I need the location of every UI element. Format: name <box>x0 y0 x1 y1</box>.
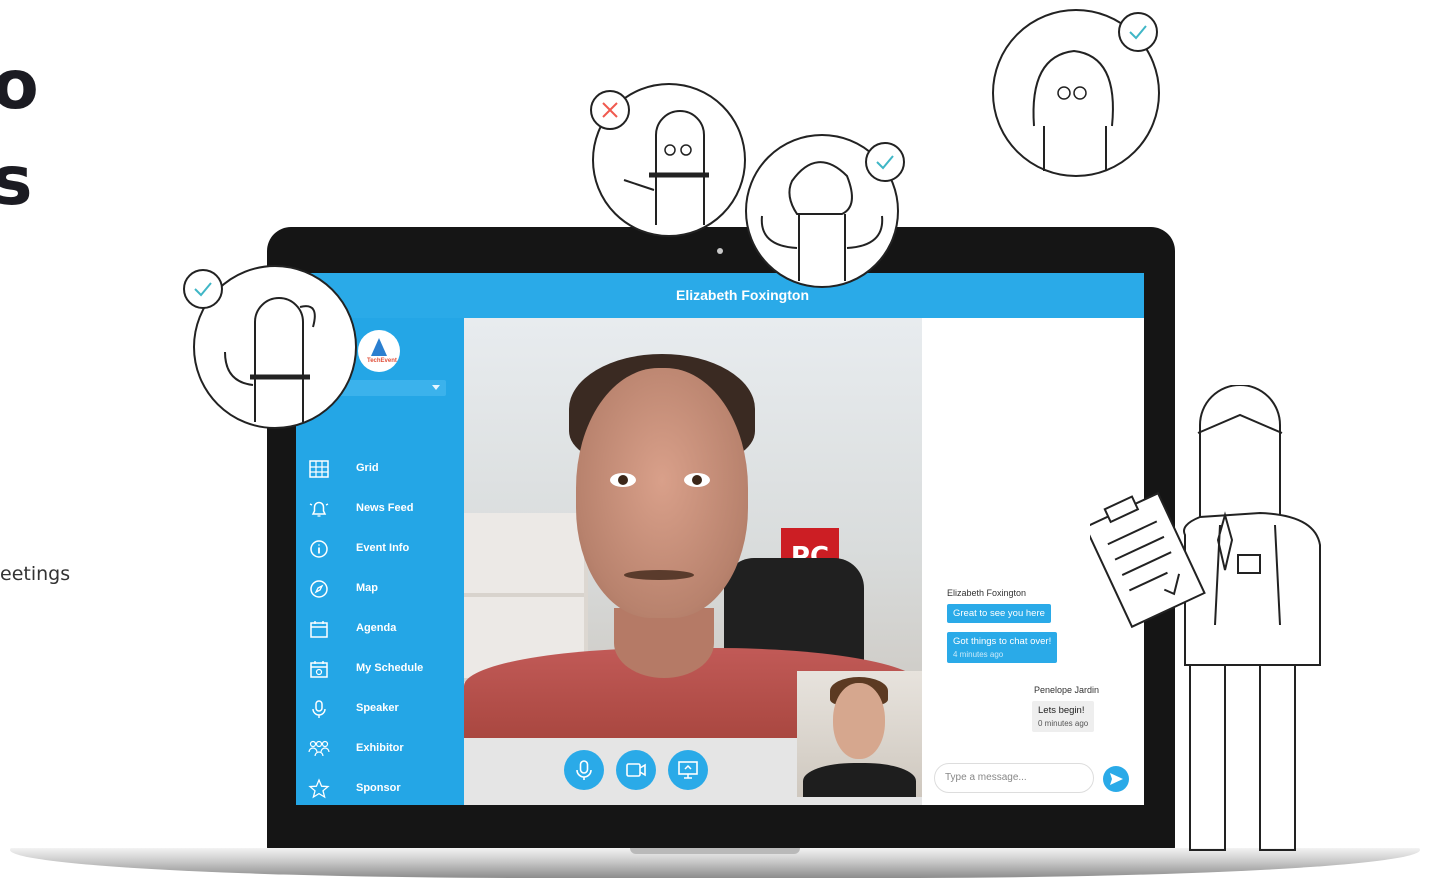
check-icon <box>194 282 212 297</box>
bell-icon <box>309 501 329 517</box>
webcam-dot <box>717 248 723 254</box>
self-view-face <box>833 683 885 759</box>
event-logo[interactable]: TechEvent <box>358 330 400 372</box>
chat-bubble-text: Got things to chat over! <box>953 636 1052 647</box>
shelf-board <box>464 593 584 597</box>
sidebar-item-news-feed[interactable]: News Feed <box>296 490 464 530</box>
grid-icon <box>309 460 329 478</box>
sidebar-item-label: Speaker <box>356 702 399 714</box>
chat-bubble-text: Lets begin! <box>1038 705 1085 716</box>
chat-timestamp: 0 minutes ago <box>1038 719 1089 728</box>
schedule-icon <box>310 661 328 678</box>
accepted-badge <box>865 142 905 182</box>
microphone-icon <box>576 760 592 780</box>
sidebar-item-map[interactable]: Map <box>296 570 464 610</box>
info-icon <box>310 540 328 558</box>
message-input[interactable]: Type a message... <box>934 763 1094 793</box>
camera-icon <box>626 763 646 777</box>
sidebar-item-label: Agenda <box>356 622 397 634</box>
pupil <box>618 475 628 485</box>
self-view-shirt <box>803 763 916 797</box>
eye <box>610 473 636 487</box>
flask-icon <box>371 338 387 356</box>
close-icon <box>602 102 618 118</box>
screen-share-icon <box>678 761 698 779</box>
logo-text: TechEvent <box>367 358 397 364</box>
call-title: Elizabeth Foxington <box>676 287 809 303</box>
sidebar-item-label: Grid <box>356 462 379 474</box>
sidebar-item-exhibitor[interactable]: Exhibitor <box>296 730 464 770</box>
sidebar-item-label: Sponsor <box>356 782 401 794</box>
sidebar-item-label: Map <box>356 582 378 594</box>
check-icon <box>876 155 894 170</box>
sidebar-item-label: Exhibitor <box>356 742 404 754</box>
sidebar-item-label: My Schedule <box>356 662 424 674</box>
sidebar-item-agenda[interactable]: Agenda <box>296 610 464 650</box>
mute-button[interactable] <box>564 750 604 790</box>
chevron-down-icon <box>432 385 440 390</box>
chat-timestamp: 4 minutes ago <box>953 650 1004 659</box>
sidebar-item-grid[interactable]: Grid <box>296 450 464 490</box>
accepted-badge <box>183 269 223 309</box>
side-text: eetings <box>0 563 71 585</box>
screen-share-button[interactable] <box>668 750 708 790</box>
people-icon <box>308 740 330 757</box>
main-video: PC <box>464 318 922 805</box>
mustache <box>624 570 694 580</box>
sidebar-item-sponsor[interactable]: Sponsor <box>296 770 464 805</box>
sidebar-item-label: Event Info <box>356 542 410 554</box>
sidebar-item-event-info[interactable]: Event Info <box>296 530 464 570</box>
headline-line-2: s <box>0 142 33 221</box>
check-icon <box>1129 25 1147 40</box>
participant-face <box>576 368 748 618</box>
headline: o s <box>0 38 39 230</box>
eye <box>684 473 710 487</box>
cartoon-man-with-clipboard <box>1090 385 1321 851</box>
compass-icon <box>310 580 328 598</box>
declined-badge <box>590 90 630 130</box>
calendar-icon <box>310 621 328 638</box>
microphone-icon <box>312 700 326 718</box>
chat-bubble: Lets begin! 0 minutes ago <box>1032 701 1095 732</box>
headline-line-1: o <box>0 46 39 125</box>
chat-bubble: Got things to chat over! 4 minutes ago <box>947 632 1058 663</box>
sidebar-item-speaker[interactable]: Speaker <box>296 690 464 730</box>
base-notch <box>630 848 800 854</box>
chat-bubble: Great to see you here <box>947 604 1051 623</box>
accepted-badge <box>1118 12 1158 52</box>
sidebar-item-label: News Feed <box>356 502 414 514</box>
camera-button[interactable] <box>616 750 656 790</box>
sidebar-item-my-schedule[interactable]: My Schedule <box>296 650 464 690</box>
participant-neck <box>614 608 714 678</box>
pupil <box>692 475 702 485</box>
star-icon <box>308 778 330 799</box>
chat-sender: Elizabeth Foxington <box>947 588 1027 598</box>
top-bar: Elizabeth Foxington <box>296 273 1144 318</box>
app-screen: Elizabeth Foxington TechEvent n Grid New… <box>296 273 1144 805</box>
self-view-video[interactable] <box>797 671 922 797</box>
